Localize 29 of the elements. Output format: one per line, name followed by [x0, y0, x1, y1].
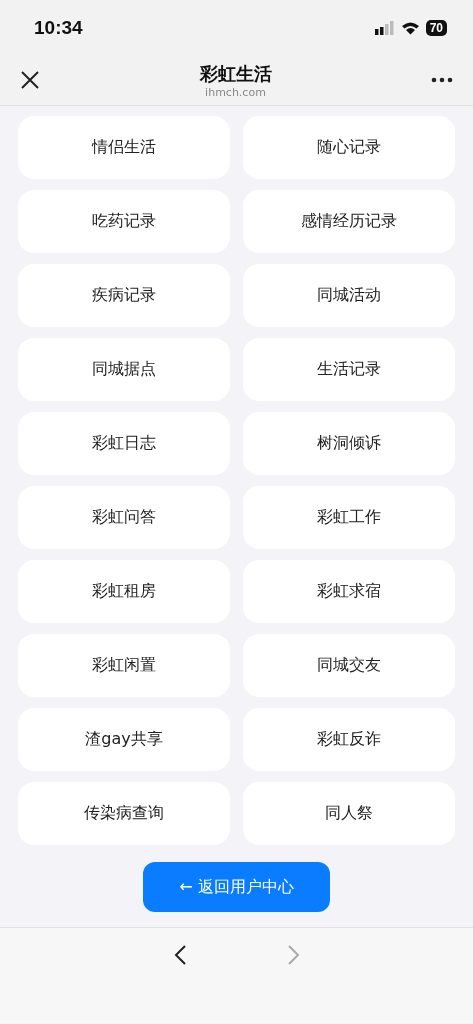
menu-button[interactable]: 彩虹求宿: [243, 560, 455, 623]
menu-button[interactable]: 同城活动: [243, 264, 455, 327]
menu-button[interactable]: 感情经历记录: [243, 190, 455, 253]
status-time: 10:34: [34, 16, 83, 39]
menu-button[interactable]: 彩虹闲置: [18, 634, 230, 697]
back-to-user-center-button[interactable]: ← 返回用户中心: [143, 862, 330, 912]
menu-button[interactable]: 树洞倾诉: [243, 412, 455, 475]
menu-button[interactable]: 彩虹反诈: [243, 708, 455, 771]
menu-button[interactable]: 彩虹租房: [18, 560, 230, 623]
menu-button[interactable]: 彩虹日志: [18, 412, 230, 475]
close-icon[interactable]: [20, 70, 40, 90]
menu-button[interactable]: 同城交友: [243, 634, 455, 697]
menu-button[interactable]: 疾病记录: [18, 264, 230, 327]
menu-button[interactable]: 生活记录: [243, 338, 455, 401]
battery-level: 70: [425, 19, 447, 36]
page-domain: ihmch.com: [205, 85, 266, 99]
page-title: 彩虹生活: [199, 61, 272, 86]
menu-button[interactable]: 随心记录: [243, 116, 455, 179]
wifi-icon: [400, 20, 420, 35]
menu-button[interactable]: 传染病查询: [18, 782, 230, 845]
menu-button[interactable]: 同人祭: [243, 782, 455, 845]
menu-button[interactable]: 情侣生活: [18, 116, 230, 179]
menu-button[interactable]: 同城据点: [18, 338, 230, 401]
menu-button[interactable]: 渣gay共享: [18, 708, 230, 771]
menu-button[interactable]: 吃药记录: [18, 190, 230, 253]
signal-icon: [374, 20, 395, 35]
menu-button[interactable]: 彩虹工作: [243, 486, 455, 549]
more-icon[interactable]: [431, 77, 453, 83]
menu-button[interactable]: 彩虹问答: [18, 486, 230, 549]
